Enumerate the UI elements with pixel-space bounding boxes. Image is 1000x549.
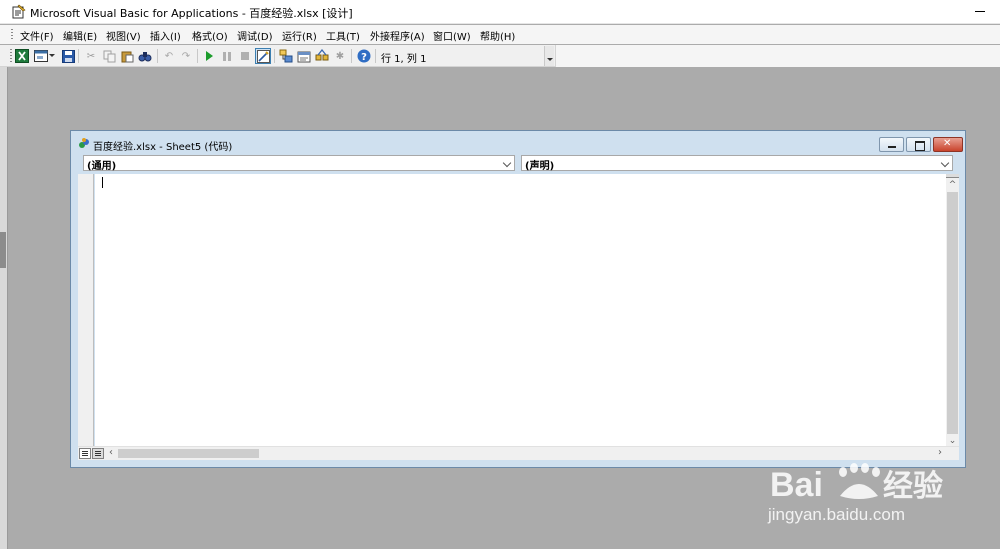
object-dropdown[interactable]: (通用) <box>83 155 515 172</box>
module-code-icon <box>79 138 89 148</box>
code-window-minimize-button[interactable] <box>879 137 904 152</box>
toolbar-separator <box>157 49 158 63</box>
run-icon[interactable] <box>201 48 217 64</box>
save-icon[interactable] <box>60 48 76 64</box>
toolbar-separator <box>351 49 352 63</box>
toolbar-separator <box>197 49 198 63</box>
menu-bar: 文件(F) 编辑(E) 视图(V) 插入(I) 格式(O) 调试(D) 运行(R… <box>0 25 1000 44</box>
baidu-watermark-logo: Bai 经验 <box>770 462 945 504</box>
project-explorer-icon[interactable] <box>278 48 294 64</box>
procedure-dropdown-value: (声明) <box>525 161 555 172</box>
full-module-view-icon[interactable] <box>92 448 104 459</box>
menu-help[interactable]: 帮助(H) <box>480 28 515 43</box>
cursor-position-readout: 行 1, 列 1 <box>381 54 427 65</box>
horizontal-scroll-thumb[interactable] <box>118 449 259 458</box>
cut-icon[interactable]: ✂ <box>83 48 99 64</box>
object-dropdown-value: (通用) <box>87 161 117 172</box>
toolbar-separator <box>78 49 79 63</box>
toolbar-grip-icon[interactable] <box>10 49 12 63</box>
menu-edit[interactable]: 编辑(E) <box>63 28 97 43</box>
scroll-right-icon[interactable]: › <box>934 447 946 459</box>
menu-window[interactable]: 窗口(W) <box>433 28 471 43</box>
project-pane-edge <box>0 67 8 549</box>
scroll-up-icon[interactable]: ^ <box>946 179 959 191</box>
vba-app-icon <box>12 4 26 19</box>
procedure-dropdown[interactable]: (声明) <box>521 155 953 172</box>
menu-addins[interactable]: 外接程序(A) <box>370 28 425 43</box>
insert-userform-icon[interactable] <box>33 48 49 64</box>
title-bar: Microsoft Visual Basic for Applications … <box>0 0 1000 24</box>
window-minimize-button[interactable] <box>965 0 995 24</box>
redo-icon[interactable]: ↷ <box>178 48 194 64</box>
code-window-title: 百度经验.xlsx - Sheet5 (代码) <box>93 142 233 153</box>
toolbar-separator <box>274 49 275 63</box>
toolbar-options-chevron-icon[interactable] <box>544 46 554 66</box>
paste-icon[interactable] <box>119 48 135 64</box>
break-icon[interactable] <box>219 48 235 64</box>
svg-text:经验: 经验 <box>883 469 943 504</box>
toolbar-area <box>556 45 1000 67</box>
vertical-scroll-thumb[interactable] <box>947 192 958 434</box>
menu-tools[interactable]: 工具(T) <box>326 28 360 43</box>
code-window-close-button[interactable] <box>933 137 963 152</box>
code-window-restore-button[interactable] <box>906 137 931 152</box>
text-caret <box>102 177 103 188</box>
undo-icon[interactable]: ↶ <box>161 48 177 64</box>
margin-indicator-bar[interactable] <box>78 174 94 446</box>
object-browser-icon[interactable] <box>314 48 330 64</box>
toolbox-icon[interactable]: ✱ <box>332 48 348 64</box>
window-title: Microsoft Visual Basic for Applications … <box>30 7 353 20</box>
menu-run[interactable]: 运行(R) <box>282 28 317 43</box>
help-icon[interactable]: ? <box>356 48 372 64</box>
split-bar-handle[interactable] <box>946 174 959 178</box>
menu-debug[interactable]: 调试(D) <box>237 28 273 43</box>
chevron-down-icon[interactable] <box>48 48 56 64</box>
procedure-view-icon[interactable] <box>79 448 91 459</box>
menubar-grip-icon[interactable] <box>11 29 13 41</box>
chevron-down-icon <box>940 158 950 168</box>
find-icon[interactable] <box>137 48 153 64</box>
menu-insert[interactable]: 插入(I) <box>150 28 181 43</box>
copy-icon[interactable] <box>101 48 117 64</box>
design-mode-icon[interactable] <box>255 48 271 64</box>
scroll-left-icon[interactable]: ‹ <box>105 447 117 459</box>
menu-view[interactable]: 视图(V) <box>106 28 141 43</box>
reset-icon[interactable] <box>237 48 253 64</box>
properties-icon[interactable] <box>296 48 312 64</box>
code-editor[interactable] <box>95 174 946 446</box>
splitter-handle[interactable] <box>0 232 6 268</box>
chevron-down-icon <box>502 158 512 168</box>
menu-format[interactable]: 格式(O) <box>192 28 228 43</box>
toolbar-separator <box>375 49 376 63</box>
excel-view-icon[interactable] <box>14 48 30 64</box>
watermark-url: jingyan.baidu.com <box>768 505 906 524</box>
menu-file[interactable]: 文件(F) <box>20 28 54 43</box>
svg-text:?: ? <box>361 52 367 63</box>
svg-text:Bai: Bai <box>770 466 823 504</box>
